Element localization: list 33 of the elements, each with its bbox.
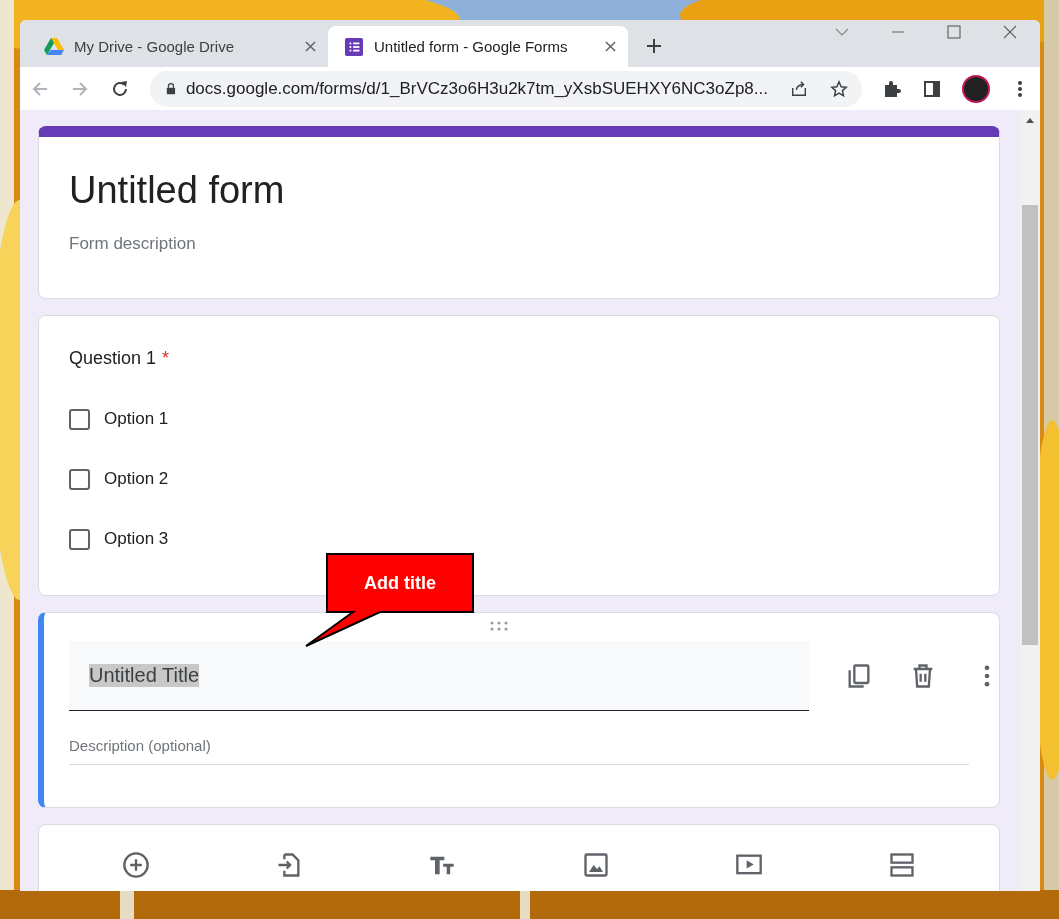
browser-tab[interactable]: My Drive - Google Drive [28, 26, 328, 67]
close-icon[interactable] [605, 41, 616, 52]
question-title: Question 1 [69, 348, 157, 369]
close-icon[interactable] [1002, 24, 1018, 40]
lock-icon [166, 82, 176, 95]
share-icon[interactable] [789, 78, 808, 99]
new-tab-icon[interactable] [646, 38, 662, 54]
checkbox[interactable] [69, 528, 90, 550]
avatar[interactable] [962, 74, 990, 103]
option-label: Option 1 [104, 409, 169, 429]
checkbox[interactable] [69, 408, 90, 430]
image-icon[interactable] [581, 851, 610, 879]
required-mark: * [162, 348, 170, 369]
add-question-icon[interactable] [121, 851, 150, 879]
drag-handle-icon[interactable] [489, 621, 509, 631]
checkbox[interactable] [69, 468, 90, 490]
star-icon[interactable] [830, 78, 848, 99]
address-bar[interactable]: docs.google.com/forms/d/1_BrVCz3o6H3u2k7tm_yXsbSUEHXY6NC3oZp8... [150, 70, 862, 107]
list-icon [344, 37, 364, 56]
drive-icon [44, 37, 64, 56]
callout: Add title [305, 553, 475, 648]
scroll-bar[interactable] [1020, 110, 1040, 891]
title-field[interactable]: Untitled Title [69, 641, 809, 711]
description-field[interactable]: Description (optional) [69, 737, 969, 765]
side-panel-icon[interactable] [922, 78, 942, 99]
section-icon[interactable] [888, 851, 917, 879]
option-label: Option 3 [104, 529, 169, 549]
puzzle-icon[interactable] [882, 78, 902, 99]
browser-tab[interactable]: Untitled form - Google Forms [328, 26, 628, 67]
close-icon[interactable] [305, 41, 316, 52]
reload-icon[interactable] [110, 78, 130, 99]
option-label: Option 2 [104, 469, 169, 489]
form-title[interactable]: Untitled form [69, 169, 969, 212]
